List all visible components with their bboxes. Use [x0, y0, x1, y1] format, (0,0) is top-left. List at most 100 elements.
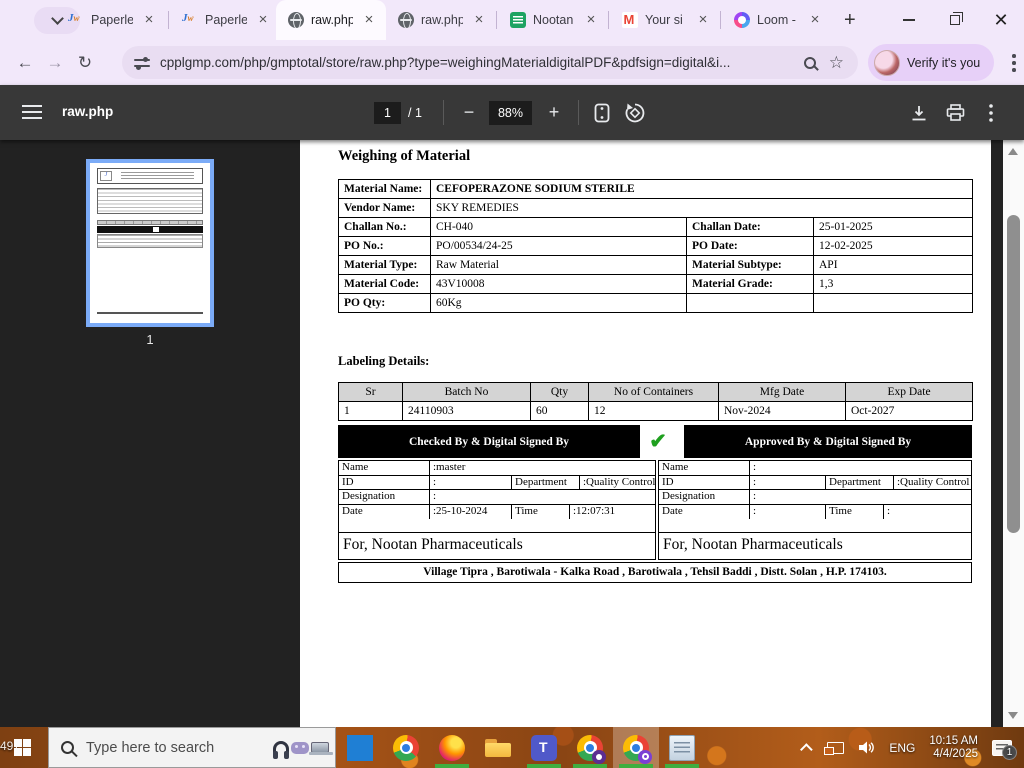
tab-close-icon[interactable]: ×: [254, 11, 272, 29]
network-icon[interactable]: [827, 742, 844, 754]
zoom-out-button[interactable]: −: [458, 102, 480, 123]
pdf-more-menu-icon[interactable]: [978, 100, 1004, 126]
approved-by-block: Name : ID : Department :Quality Control …: [658, 460, 972, 560]
clock[interactable]: 10:15 AM 4/4/2025: [929, 735, 978, 761]
omnibox[interactable]: cpplgmp.com/php/gmptotal/store/raw.php?t…: [122, 46, 858, 79]
page-number-input[interactable]: [374, 102, 401, 124]
verify-profile-button[interactable]: Verify it's you: [868, 44, 994, 81]
labeling-title: Labeling Details:: [338, 354, 429, 369]
taskbar-explorer[interactable]: [475, 727, 521, 768]
language-indicator[interactable]: ENG: [889, 741, 915, 755]
window-minimize-button[interactable]: [886, 0, 932, 40]
page-thumbnail[interactable]: J: [90, 163, 210, 323]
notepad-icon: [669, 735, 695, 761]
tab-close-icon[interactable]: ×: [360, 11, 378, 29]
notification-icon: 1: [992, 740, 1012, 756]
search-icon[interactable]: [804, 57, 816, 69]
teams-icon: [531, 735, 557, 761]
vscode-icon: [347, 735, 373, 761]
checked-by-header: Checked By & Digital Signed By: [338, 425, 640, 458]
url-text[interactable]: cpplgmp.com/php/gmptotal/store/raw.php?t…: [160, 55, 796, 70]
tab-loom[interactable]: Loom - ×: [722, 0, 832, 40]
taskbar-notepad[interactable]: [659, 727, 705, 768]
laptop-icon: [311, 742, 329, 753]
spacer: [339, 519, 655, 532]
table-row: Material Name: CEFOPERAZONE SODIUM STERI…: [339, 180, 973, 199]
table-row: PO Qty: 60Kg: [339, 294, 973, 313]
fit-page-button[interactable]: [589, 100, 615, 126]
rotate-button[interactable]: [622, 100, 648, 126]
scrollbar-thumb[interactable]: [1007, 215, 1020, 533]
start-button[interactable]: [14, 739, 31, 756]
tab-separator: [496, 11, 497, 29]
thumbnail-labeling: [97, 220, 203, 256]
running-indicator: [619, 764, 653, 768]
taskbar-firefox[interactable]: [429, 727, 475, 768]
sig-row-id: ID : Department :Quality Control: [659, 476, 971, 491]
search-highlights[interactable]: [273, 741, 329, 755]
headphones-icon: [273, 741, 289, 755]
checked-by-block: Name :master ID : Department :Quality Co…: [338, 460, 656, 560]
taskbar-teams[interactable]: [521, 727, 567, 768]
tab-rawphp-2[interactable]: raw.php ×: [386, 0, 496, 40]
scroll-up-icon[interactable]: [1008, 148, 1018, 155]
chrome-icon: [393, 735, 419, 761]
volume-icon[interactable]: [858, 740, 875, 755]
gmail-icon: [622, 12, 638, 28]
print-button[interactable]: [942, 100, 968, 126]
tab-paperless-2[interactable]: Jw Paperle ×: [170, 0, 280, 40]
forward-button[interactable]: →: [40, 48, 70, 78]
site-info-icon[interactable]: [134, 57, 150, 69]
sig-row-name: Name :: [659, 461, 971, 476]
vertical-scrollbar[interactable]: [1003, 140, 1024, 727]
pdf-menu-icon[interactable]: [22, 105, 42, 119]
taskbar-chrome-profile-2-active[interactable]: [613, 727, 659, 768]
thumbnail-footer: [97, 312, 203, 314]
taskbar-vscode[interactable]: [337, 727, 383, 768]
tab-close-icon[interactable]: ×: [470, 11, 488, 29]
search-input[interactable]: [86, 740, 273, 756]
window-restore-button[interactable]: [932, 0, 978, 40]
table-row: Material Code: 43V10008 Material Grade: …: [339, 275, 973, 294]
folder-icon: [485, 735, 511, 761]
back-button[interactable]: ←: [10, 48, 40, 78]
reload-button[interactable]: ↻: [70, 48, 100, 78]
tab-separator: [168, 11, 169, 29]
tab-close-icon[interactable]: ×: [806, 11, 824, 29]
tray-expand-button[interactable]: [804, 743, 813, 752]
tab-rawphp-active[interactable]: raw.php ×: [276, 0, 386, 40]
signature-header-bar: Checked By & Digital Signed By ✔ Approve…: [338, 425, 972, 458]
tab-close-icon[interactable]: ×: [140, 11, 158, 29]
tab-gmail[interactable]: Your si ×: [610, 0, 720, 40]
table-row: Material Type: Raw Material Material Sub…: [339, 256, 973, 275]
window-close-button[interactable]: ✕: [978, 0, 1024, 40]
pdf-viewer: J 1 Weighing of Material Material Name: …: [0, 140, 1024, 727]
tab-close-icon[interactable]: ×: [694, 11, 712, 29]
new-tab-button[interactable]: +: [832, 0, 872, 40]
taskbar: 497 ENG: [0, 727, 1024, 768]
tab-paperless-1[interactable]: Jw Paperle ×: [56, 0, 166, 40]
taskbar-chrome[interactable]: [383, 727, 429, 768]
globe-icon: [288, 12, 304, 28]
taskbar-search[interactable]: [48, 727, 336, 768]
pdf-toolbar: raw.php / 1 − 88% +: [0, 85, 1024, 140]
taskbar-chrome-profile-1[interactable]: [567, 727, 613, 768]
tab-nootan-sheet[interactable]: Nootan ×: [498, 0, 608, 40]
tab-close-icon[interactable]: ×: [582, 11, 600, 29]
browser-menu-icon[interactable]: [1012, 54, 1016, 72]
gmp-logo-icon: Jw: [68, 12, 84, 28]
material-info-table: Material Name: CEFOPERAZONE SODIUM STERI…: [338, 179, 973, 313]
zoom-in-button[interactable]: +: [543, 102, 565, 123]
signed-check-box: ✔: [640, 425, 676, 458]
notification-center[interactable]: 1: [992, 740, 1012, 756]
profile-badge: [638, 750, 652, 764]
bookmark-star-icon[interactable]: ☆: [829, 53, 844, 73]
zoom-level[interactable]: 88%: [489, 101, 532, 125]
scroll-down-icon[interactable]: [1008, 712, 1018, 719]
download-button[interactable]: [906, 100, 932, 126]
tab-title: raw.php: [421, 13, 463, 27]
sig-row-id: ID : Department :Quality Control: [339, 476, 655, 491]
search-icon: [61, 741, 74, 754]
gamepad-icon: [291, 742, 309, 754]
sig-row-name: Name :master: [339, 461, 655, 476]
